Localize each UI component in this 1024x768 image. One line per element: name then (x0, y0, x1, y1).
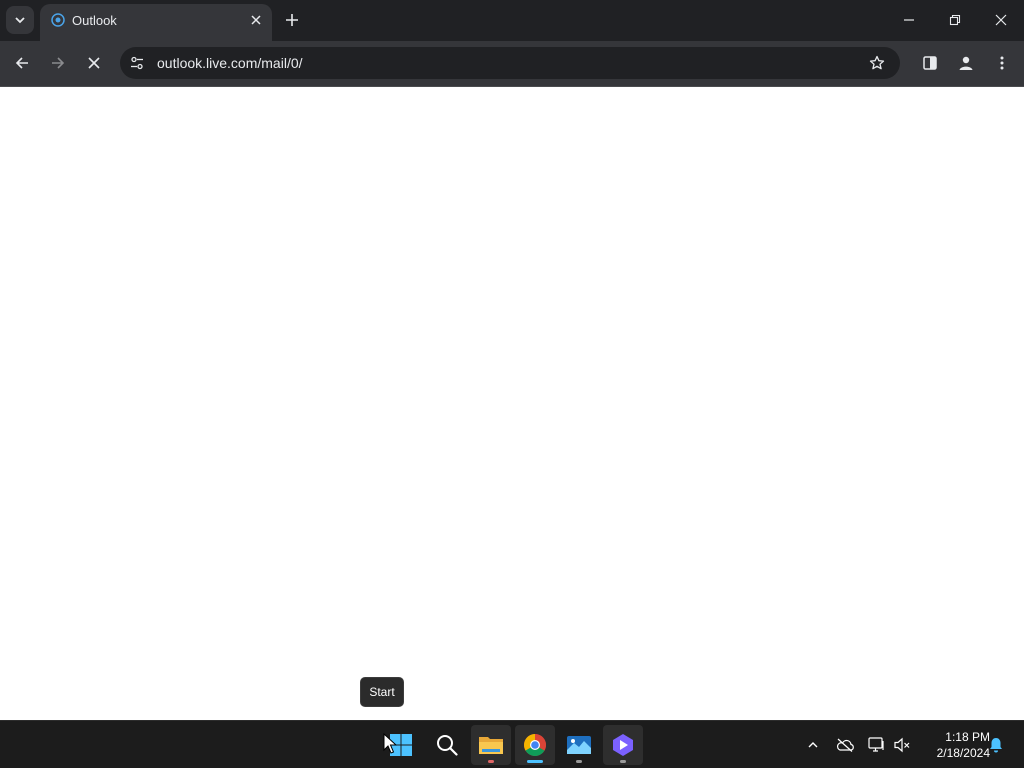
clipchamp-running-indicator (620, 760, 626, 763)
notifications-button[interactable] (986, 735, 1006, 755)
start-tooltip: Start (360, 677, 404, 707)
browser-tab-outlook[interactable]: Outlook (40, 4, 272, 41)
onedrive-offline-icon (836, 738, 854, 752)
bookmark-button[interactable] (868, 54, 886, 72)
arrow-right-icon (52, 57, 65, 69)
chevron-down-icon (15, 17, 25, 24)
plus-icon (286, 14, 298, 26)
restore-icon (949, 14, 961, 26)
clipchamp-button[interactable] (603, 725, 643, 765)
photos-icon (567, 736, 591, 754)
clock-date: 2/18/2024 (936, 746, 990, 760)
back-button[interactable] (8, 49, 36, 77)
arrow-left-icon (15, 57, 28, 69)
new-tab-button[interactable] (282, 10, 302, 30)
search-icon (437, 735, 458, 756)
close-icon (995, 14, 1007, 26)
photos-button[interactable] (559, 725, 599, 765)
close-icon (251, 15, 261, 25)
clipchamp-icon (613, 734, 633, 756)
browser-toolbar: outlook.live.com/mail/0/ (0, 41, 1024, 87)
tab-close-button[interactable] (248, 12, 264, 28)
file-explorer-button[interactable] (471, 725, 511, 765)
system-clock[interactable]: 1:18 PM 2/18/2024 (918, 729, 990, 761)
profile-button[interactable] (952, 49, 980, 77)
tune-icon (131, 56, 143, 70)
network-icon (868, 737, 884, 752)
minimize-button[interactable] (894, 5, 924, 35)
chrome-icon (524, 734, 546, 756)
onedrive-button[interactable] (835, 735, 855, 755)
volume-button[interactable] (892, 735, 912, 755)
star-icon (869, 55, 885, 70)
network-button[interactable] (867, 735, 887, 755)
page-content (0, 87, 1024, 720)
browser-menu-button[interactable] (988, 49, 1016, 77)
address-bar[interactable]: outlook.live.com/mail/0/ (120, 47, 900, 79)
bell-icon (990, 738, 1002, 753)
close-window-button[interactable] (986, 5, 1016, 35)
site-info-button[interactable] (128, 54, 146, 72)
side-panel-button[interactable] (916, 49, 944, 77)
restore-button[interactable] (940, 5, 970, 35)
chevron-up-icon (808, 742, 818, 748)
stop-loading-button[interactable] (80, 49, 108, 77)
search-button[interactable] (427, 725, 467, 765)
volume-muted-icon (894, 737, 910, 753)
outlook-icon (51, 13, 65, 27)
clock-time: 1:18 PM (945, 730, 990, 744)
tab-search-button[interactable] (6, 6, 34, 34)
tab-strip: Outlook (0, 0, 1024, 41)
side-panel-icon (923, 56, 937, 70)
mouse-cursor-icon (383, 733, 397, 754)
tab-title: Outlook (72, 13, 117, 28)
show-hidden-icons-button[interactable] (803, 735, 823, 755)
forward-button[interactable] (44, 49, 72, 77)
chrome-active-indicator (527, 760, 543, 763)
minimize-icon (904, 19, 914, 21)
photos-running-indicator (576, 760, 582, 763)
chrome-button[interactable] (515, 725, 555, 765)
taskbar: 1:18 PM 2/18/2024 (0, 720, 1024, 768)
more-vert-icon (1000, 56, 1004, 70)
profile-icon (959, 56, 973, 70)
close-icon (88, 57, 100, 69)
file-explorer-icon (479, 737, 503, 754)
url-text: outlook.live.com/mail/0/ (157, 55, 303, 71)
file-explorer-running-indicator (488, 760, 494, 763)
